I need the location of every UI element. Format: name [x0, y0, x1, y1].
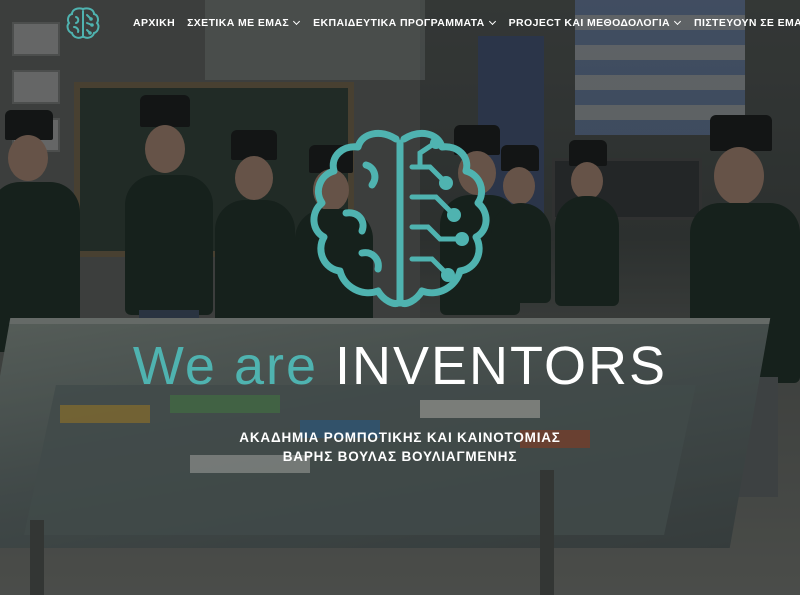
chevron-down-icon	[488, 17, 496, 26]
nav-item-home[interactable]: ΑΡΧΙΚΗ	[133, 17, 175, 29]
main-menu: ΑΡΧΙΚΗ ΣΧΕΤΙΚΑ ΜΕ ΕΜΑΣ ΕΚΠΑΙΔΕΥΤΙΚΑ ΠΡΟΓ…	[133, 17, 800, 29]
nav-item-label: ΣΧΕΤΙΚΑ ΜΕ ΕΜΑΣ	[187, 17, 290, 29]
hero-subtitle-line-1: ΑΚΑΔΗΜΙΑ ΡΟΜΠΟΤΙΚΗΣ ΚΑΙ ΚΑΙΝΟΤΟΜΙΑΣ	[239, 430, 561, 445]
headline-part-1: We are	[132, 336, 318, 396]
nav-item-label: ΠΙΣΤΕΥΟΥΝ ΣΕ ΕΜΑΣ	[694, 17, 800, 29]
nav-item-about[interactable]: ΣΧΕΤΙΚΑ ΜΕ ΕΜΑΣ	[187, 17, 301, 29]
nav-item-label: ΑΡΧΙΚΗ	[133, 17, 176, 29]
chevron-down-icon	[673, 17, 682, 26]
brain-circuit-icon	[310, 129, 490, 307]
hero-headline: We are INVENTORS	[0, 334, 800, 398]
top-navigation: ΑΡΧΙΚΗ ΣΧΕΤΙΚΑ ΜΕ ΕΜΑΣ ΕΚΠΑΙΔΕΥΤΙΚΑ ΠΡΟΓ…	[0, 0, 800, 48]
headline-part-2: INVENTORS	[335, 336, 668, 396]
hero-brain-graphic	[300, 127, 500, 317]
brain-circuit-icon	[66, 7, 100, 39]
nav-item-projects[interactable]: PROJECT ΚΑΙ ΜΕΘΟΔΟΛΟΓΙΑ	[508, 17, 682, 29]
chevron-down-icon	[293, 17, 301, 26]
nav-item-programs[interactable]: ΕΚΠΑΙΔΕΥΤΙΚΑ ΠΡΟΓΡΑΜΜΑΤΑ	[313, 17, 496, 29]
nav-item-label: ΕΚΠΑΙΔΕΥΤΙΚΑ ΠΡΟΓΡΑΜΜΑΤΑ	[313, 17, 485, 29]
hero-subtitle-line-2: ΒΑΡΗΣ ΒΟΥΛΑΣ ΒΟΥΛΙΑΓΜΕΝΗΣ	[282, 449, 518, 464]
nav-item-testimonials[interactable]: ΠΙΣΤΕΥΟΥΝ ΣΕ ΕΜΑΣ	[694, 17, 800, 29]
nav-item-label: PROJECT ΚΑΙ ΜΕΘΟΔΟΛΟΓΙΑ	[508, 17, 671, 29]
logo[interactable]	[63, 3, 103, 43]
